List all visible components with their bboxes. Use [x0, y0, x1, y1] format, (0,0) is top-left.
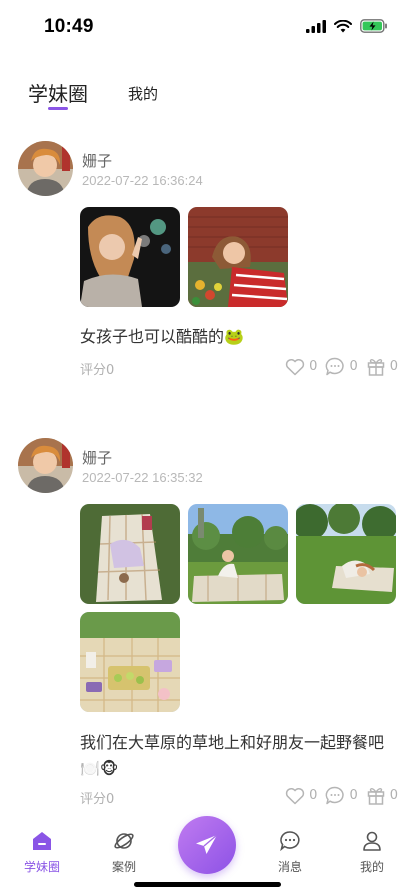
active-tab-indicator: [48, 107, 68, 110]
post-photo[interactable]: [188, 207, 288, 307]
gift-icon: [367, 788, 384, 805]
post-photo[interactable]: [80, 504, 180, 604]
message-icon: [280, 831, 300, 852]
nav-item-cases[interactable]: 案例: [89, 830, 159, 875]
gift-button[interactable]: 0: [366, 786, 398, 805]
status-bar: 10:49: [0, 0, 414, 52]
comment-icon: [326, 357, 345, 376]
author-name: 姗子: [82, 449, 113, 467]
cellular-signal-icon: [306, 19, 326, 33]
rating-text: 评分0: [80, 363, 115, 378]
nav-label: 消息: [277, 860, 302, 874]
gift-icon: [367, 359, 384, 376]
post-time: 2022-07-22 16:35:32: [82, 470, 203, 485]
rating-text: 评分0: [80, 792, 115, 807]
person-icon: [363, 831, 381, 851]
post-photo[interactable]: [296, 504, 396, 604]
post-actions: 0 0 0: [285, 786, 398, 805]
status-time: 10:49: [44, 16, 94, 37]
heart-icon: [285, 358, 305, 375]
nav-label: 我的: [359, 860, 384, 874]
nav-item-mine[interactable]: 我的: [337, 830, 407, 875]
avatar[interactable]: [18, 438, 73, 493]
comment-button[interactable]: 0: [325, 357, 358, 376]
author-name: 姗子: [82, 152, 113, 170]
send-icon: [196, 834, 218, 854]
tab-xuemeiquan[interactable]: 学妹圈: [28, 78, 88, 107]
comment-icon: [326, 786, 345, 805]
publish-button[interactable]: [178, 816, 236, 874]
comment-count: 0: [349, 359, 358, 374]
post-caption: 我们在大草原的草地上和好朋友一起野餐吧🍽️🐵: [80, 733, 385, 778]
post-photo[interactable]: [80, 612, 180, 712]
wifi-icon: [334, 19, 352, 32]
nav-item-xuemeiquan[interactable]: 学妹圈: [7, 830, 77, 875]
home-indicator: [134, 882, 281, 887]
planet-icon: [114, 833, 134, 849]
post-photo[interactable]: [188, 504, 288, 604]
gift-count: 0: [389, 359, 398, 374]
top-tabs: 学妹圈 我的: [28, 78, 388, 112]
like-count: 0: [309, 359, 318, 374]
like-button[interactable]: 0: [285, 358, 317, 376]
battery-charging-icon: [360, 19, 387, 33]
heart-icon: [285, 787, 305, 804]
post-actions: 0 0 0: [285, 357, 398, 376]
post-photo[interactable]: [80, 207, 180, 307]
nav-label: 案例: [111, 860, 136, 874]
status-icons: [306, 19, 388, 33]
post-time: 2022-07-22 16:36:24: [82, 173, 203, 188]
tab-mine[interactable]: 我的: [128, 83, 158, 104]
comment-count: 0: [349, 788, 358, 803]
avatar[interactable]: [18, 141, 73, 196]
nav-label: 学妹圈: [23, 860, 60, 874]
nav-item-messages[interactable]: 消息: [255, 830, 325, 875]
like-button[interactable]: 0: [285, 787, 317, 805]
home-icon: [33, 832, 51, 850]
gift-button[interactable]: 0: [366, 357, 398, 376]
like-count: 0: [309, 788, 318, 803]
gift-count: 0: [389, 788, 398, 803]
comment-button[interactable]: 0: [325, 786, 358, 805]
post-caption: 女孩子也可以酷酷的🐸: [80, 327, 244, 346]
